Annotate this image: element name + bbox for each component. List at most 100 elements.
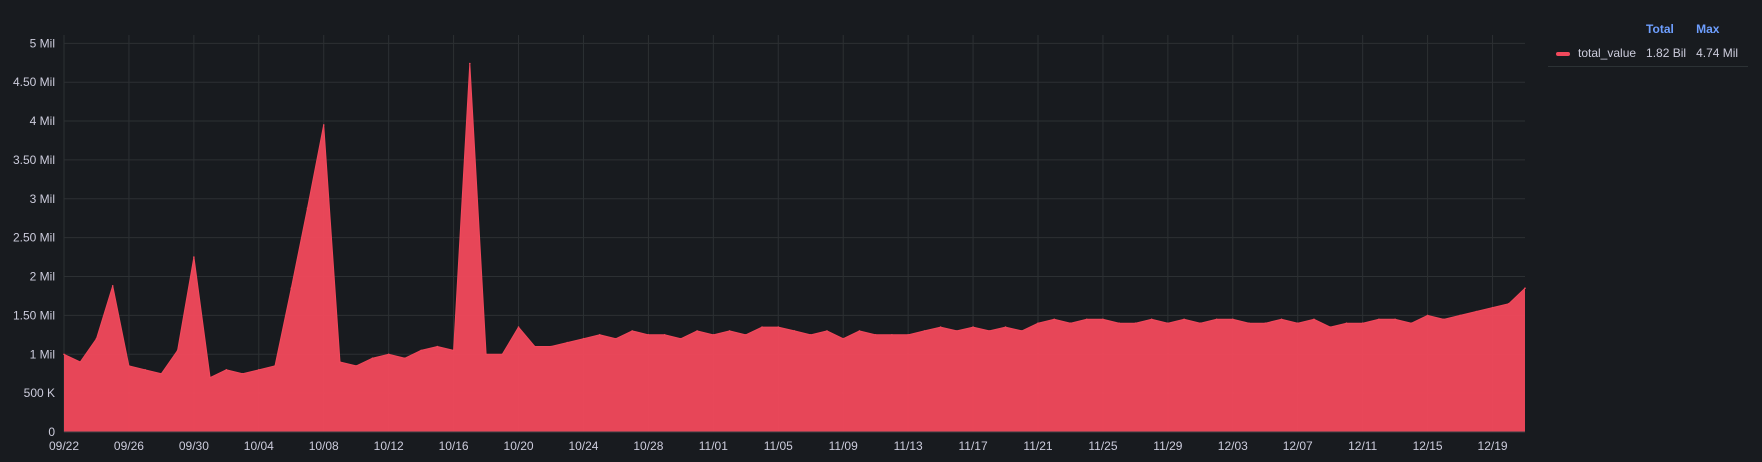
legend: Total Max total_value 1.82 Bil 4.74 Mil xyxy=(1548,20,1749,67)
data-point xyxy=(631,330,633,332)
x-axis: 09/22 09/26 09/30 10/04 10/08 10/12 10/16 10/20… xyxy=(49,431,1525,453)
data-point xyxy=(274,365,276,367)
data-point xyxy=(144,369,146,371)
legend-col-max[interactable]: Max xyxy=(1696,20,1748,40)
data-point xyxy=(1524,287,1526,289)
x-tick-label: 10/24 xyxy=(568,439,598,453)
data-point xyxy=(63,353,65,356)
data-point xyxy=(1020,330,1023,332)
x-tick-label: 12/07 xyxy=(1283,439,1313,453)
data-point xyxy=(452,349,455,352)
data-point xyxy=(79,361,82,363)
x-tick-label: 09/22 xyxy=(49,439,79,453)
data-point xyxy=(1345,322,1348,324)
x-tick-label: 12/03 xyxy=(1218,439,1248,453)
x-tick-label: 11/01 xyxy=(699,439,728,453)
x-tick-label: 11/25 xyxy=(1088,439,1117,453)
data-point xyxy=(1459,314,1461,317)
legend-table: Total Max total_value 1.82 Bil 4.74 Mil xyxy=(1548,20,1749,67)
data-point xyxy=(1394,318,1396,321)
data-point xyxy=(1167,322,1169,324)
data-point xyxy=(1264,322,1267,324)
data-point xyxy=(1491,306,1494,309)
data-point xyxy=(826,330,828,332)
data-point xyxy=(907,334,909,336)
data-point xyxy=(891,334,893,336)
data-point xyxy=(615,337,617,340)
data-point xyxy=(663,334,666,336)
data-point xyxy=(241,372,244,375)
data-point xyxy=(1475,310,1478,313)
data-point xyxy=(1232,318,1234,321)
data-point xyxy=(1426,314,1429,317)
data-point xyxy=(923,330,926,332)
data-point xyxy=(1410,322,1413,324)
y-tick-label: 3 Mil xyxy=(30,192,55,206)
data-point xyxy=(598,334,601,336)
x-tick-label: 12/15 xyxy=(1413,439,1443,453)
x-tick-label: 10/20 xyxy=(504,439,534,453)
x-tick-label: 12/11 xyxy=(1348,439,1377,453)
data-point xyxy=(696,330,698,332)
data-point xyxy=(1150,318,1153,321)
y-tick-label: 2.50 Mil xyxy=(13,231,55,245)
data-point xyxy=(728,330,731,332)
data-point xyxy=(517,326,520,328)
data-point xyxy=(355,365,358,367)
x-tick-label: 10/16 xyxy=(439,439,469,453)
data-point xyxy=(1053,318,1056,321)
data-point xyxy=(371,357,374,359)
data-point xyxy=(1199,322,1202,324)
data-point xyxy=(1313,318,1315,321)
legend-max-value: 4.74 Mil xyxy=(1696,40,1749,67)
data-point xyxy=(128,365,130,367)
data-point xyxy=(842,337,844,340)
legend-series-cell[interactable]: total_value xyxy=(1548,40,1647,67)
data-point xyxy=(469,62,471,65)
data-point xyxy=(1183,318,1185,321)
data-point xyxy=(1102,318,1104,321)
data-point xyxy=(1248,322,1250,324)
data-point xyxy=(339,361,341,363)
data-point xyxy=(501,353,504,356)
data-point xyxy=(1378,318,1380,321)
data-point xyxy=(420,349,422,352)
legend-row[interactable]: total_value 1.82 Bil 4.74 Mil xyxy=(1548,40,1749,67)
x-tick-label: 09/30 xyxy=(179,439,209,453)
data-point xyxy=(972,326,974,328)
x-tick-label: 11/05 xyxy=(764,439,793,453)
data-point xyxy=(858,330,861,332)
data-point xyxy=(387,353,390,356)
data-point xyxy=(306,207,309,209)
x-tick-label: 10/12 xyxy=(374,439,404,453)
y-tick-label: 2 Mil xyxy=(30,270,55,284)
data-point xyxy=(193,256,195,258)
data-point xyxy=(680,337,682,340)
data-point xyxy=(1004,326,1007,328)
legend-col-total[interactable]: Total xyxy=(1646,20,1696,40)
data-point xyxy=(988,330,991,332)
data-point xyxy=(485,353,487,356)
y-tick-label: 500 K xyxy=(24,386,55,400)
y-axis: 0 500 K 1 Mil 1.50 Mil 2 Mil 2.50 Mil 3 Mil 3.5… xyxy=(13,36,55,439)
data-point xyxy=(1118,322,1120,324)
data-point xyxy=(533,345,536,348)
data-point xyxy=(712,334,715,336)
data-point xyxy=(793,330,796,332)
time-series-chart[interactable]: 0 500 K 1 Mil 1.50 Mil 2 Mil 2.50 Mil 3 Mil 3.5… xyxy=(0,0,1530,462)
data-point xyxy=(582,337,585,340)
x-tick-label: 11/21 xyxy=(1023,439,1052,453)
data-point xyxy=(1443,318,1445,321)
data-point xyxy=(258,369,260,371)
y-tick-label: 0 xyxy=(48,425,55,439)
legend-series-name[interactable]: total_value xyxy=(1578,46,1636,60)
data-point xyxy=(566,341,569,344)
data-point xyxy=(1507,302,1510,305)
data-point xyxy=(809,334,812,336)
series-area xyxy=(64,63,1525,432)
data-point xyxy=(777,326,780,328)
x-tick-label: 09/26 xyxy=(114,439,144,453)
data-point xyxy=(95,337,98,340)
data-point xyxy=(111,285,114,287)
chart-series xyxy=(63,62,1526,432)
